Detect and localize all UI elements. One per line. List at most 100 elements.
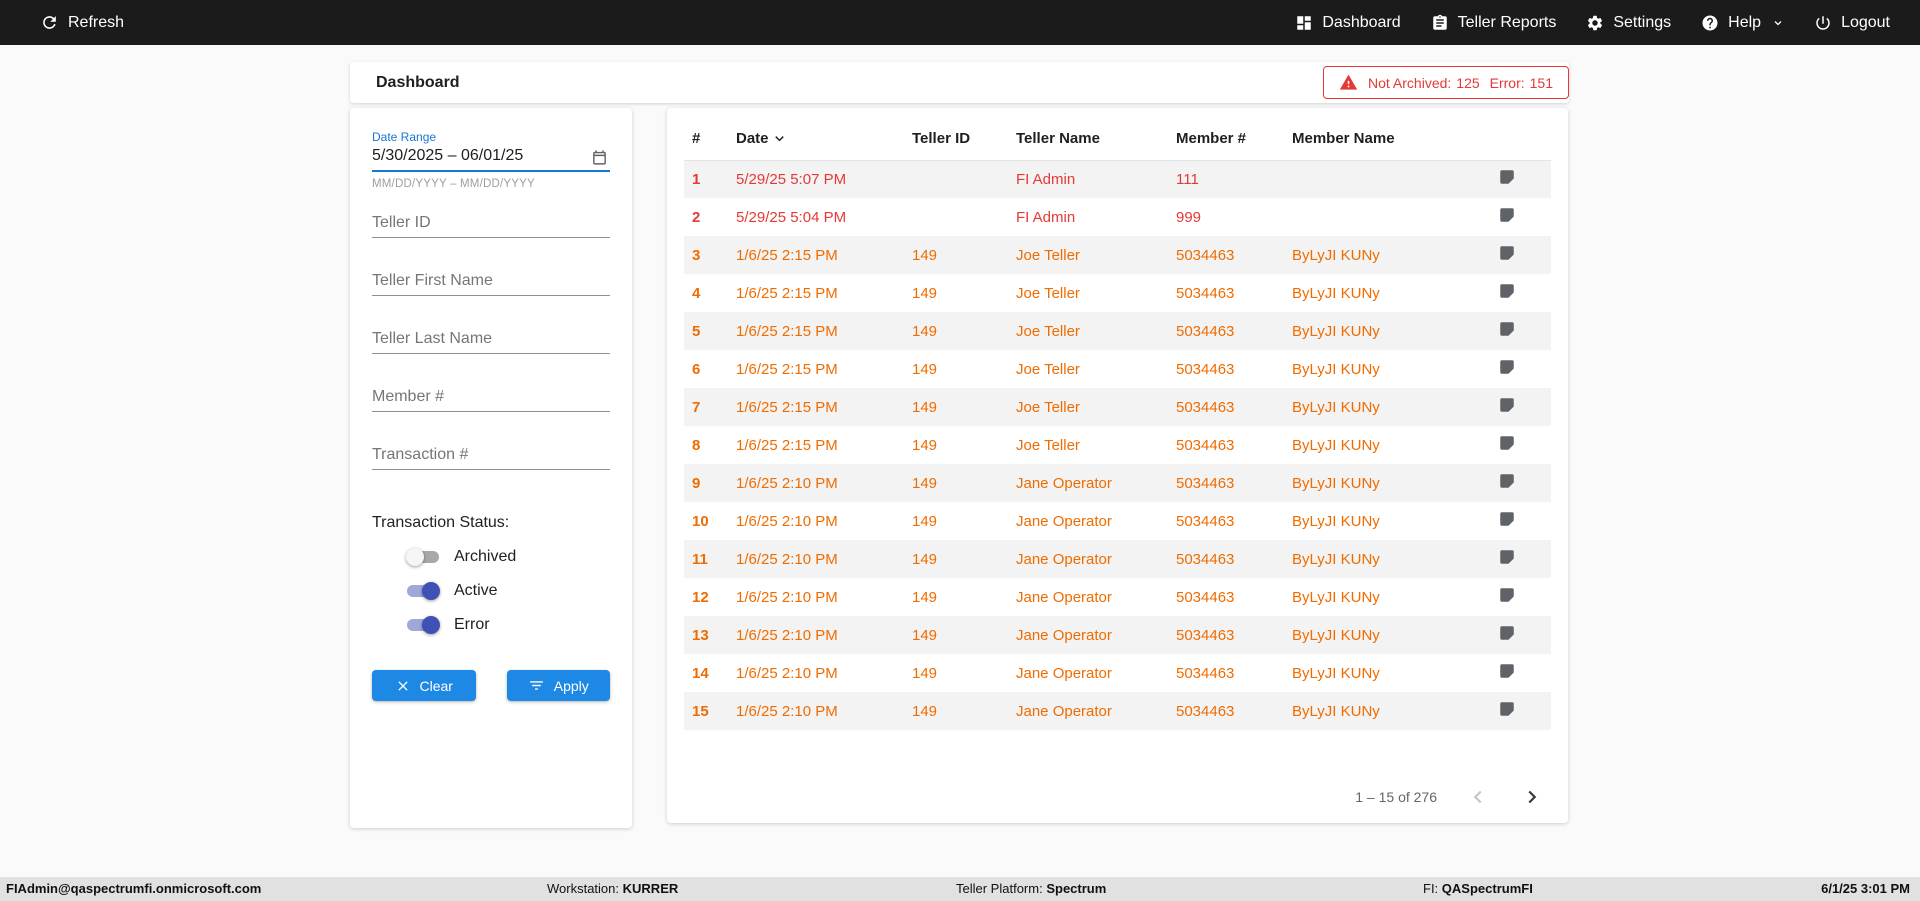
note-icon[interactable] [1498,282,1516,300]
col-teller-id[interactable]: Teller ID [904,118,1008,161]
note-icon[interactable] [1498,434,1516,452]
teller-id-cell: 149 [912,550,938,568]
note-icon[interactable] [1498,396,1516,414]
table-row[interactable]: 3 1/6/25 2:15 PM 149 Joe Teller 5034463 ByLyJ… [684,236,1551,274]
next-page-button[interactable] [1519,784,1545,810]
member-number-cell: 5034463 [1176,626,1235,644]
note-icon[interactable] [1498,206,1516,224]
error-count: 151 [1529,74,1553,91]
member-name-cell: ByLyJI KUNy [1292,550,1380,568]
note-icon[interactable] [1498,624,1516,642]
date-range-field[interactable] [372,147,610,172]
nav-teller-reports[interactable]: Teller Reports [1431,14,1556,32]
note-icon[interactable] [1498,472,1516,490]
filter-panel: Date Range MM/DD/YYYY – MM/DD/YYYY Trans… [350,108,632,828]
date-cell: 1/6/25 2:10 PM [736,588,838,606]
teller-name-cell: Joe Teller [1016,360,1080,378]
col-member-number[interactable]: Member # [1168,118,1284,161]
top-nav: Dashboard Teller Reports Settings Help L… [1295,14,1890,32]
filter-actions: Clear Apply [372,670,610,701]
date-cell: 1/6/25 2:15 PM [736,284,838,302]
nav-dashboard[interactable]: Dashboard [1295,14,1401,32]
table-row[interactable]: 6 1/6/25 2:15 PM 149 Joe Teller 5034463 ByLyJ… [684,350,1551,388]
table-row[interactable]: 10 1/6/25 2:10 PM 149 Jane Operator 5034463 B… [684,502,1551,540]
teller-id-cell: 149 [912,284,938,302]
table-row[interactable]: 8 1/6/25 2:15 PM 149 Joe Teller 5034463 ByLyJ… [684,426,1551,464]
active-switch[interactable] [406,582,440,600]
transactions-table: # Date Teller ID Teller Name Member # Me… [684,118,1551,730]
teller-id-cell: 149 [912,360,938,378]
nav-help[interactable]: Help [1701,14,1784,32]
workstation-value: KURRER [622,881,679,896]
table-row[interactable]: 11 1/6/25 2:10 PM 149 Jane Operator 5034463 B… [684,540,1551,578]
toggle-label: Active [454,582,498,599]
note-icon[interactable] [1498,548,1516,566]
clipboard-icon [1431,14,1449,32]
nav-logout[interactable]: Logout [1814,14,1890,32]
apply-button[interactable]: Apply [506,670,610,701]
teller-first-name-input[interactable] [372,272,610,290]
calendar-icon[interactable] [591,149,608,166]
close-icon [395,678,411,694]
table-row[interactable]: 1 5/29/25 5:07 PM FI Admin 111 [684,160,1551,198]
archived-switch[interactable] [406,548,440,566]
toggle-label: Archived [454,548,517,565]
error-switch[interactable] [406,616,440,634]
note-icon[interactable] [1498,586,1516,604]
refresh-button[interactable]: Refresh [40,13,124,32]
member-number-field[interactable] [372,388,610,412]
teller-id-input[interactable] [372,214,610,232]
previous-page-button[interactable] [1465,784,1491,810]
table-row[interactable]: 5 1/6/25 2:15 PM 149 Joe Teller 5034463 ByLyJ… [684,312,1551,350]
fi-info: FI: QASpectrumFI [1423,881,1533,896]
note-icon[interactable] [1498,168,1516,186]
teller-last-name-input[interactable] [372,330,610,348]
table-row[interactable]: 2 5/29/25 5:04 PM FI Admin 999 [684,198,1551,236]
dashboard-icon [1295,14,1313,32]
teller-id-cell: 149 [912,322,938,340]
teller-name-cell: FI Admin [1016,208,1076,226]
note-icon[interactable] [1498,244,1516,262]
date-range-helper: MM/DD/YYYY – MM/DD/YYYY [372,178,535,190]
pagination-range: 1 – 15 of 276 [1355,789,1437,805]
toggle-archived[interactable]: Archived [406,548,610,566]
note-icon[interactable] [1498,662,1516,680]
nav-settings[interactable]: Settings [1586,14,1671,32]
col-member-name[interactable]: Member Name [1284,118,1490,161]
table-row[interactable]: 7 1/6/25 2:15 PM 149 Joe Teller 5034463 ByLyJ… [684,388,1551,426]
date-range-input[interactable] [372,147,577,165]
table-row[interactable]: 14 1/6/25 2:10 PM 149 Jane Operator 5034463 B… [684,654,1551,692]
teller-first-name-field[interactable] [372,272,610,296]
row-number-cell: 15 [692,702,709,720]
not-archived-status: Not Archived: 125 [1368,75,1480,91]
date-cell: 1/6/25 2:10 PM [736,664,838,682]
member-name-cell: ByLyJI KUNy [1292,702,1380,720]
col-teller-name[interactable]: Teller Name [1008,118,1168,161]
teller-id-field[interactable] [372,214,610,238]
transaction-number-field[interactable] [372,446,610,470]
teller-last-name-field[interactable] [372,330,610,354]
date-cell: 1/6/25 2:10 PM [736,626,838,644]
toggle-active[interactable]: Active [406,582,610,600]
table-row[interactable]: 9 1/6/25 2:10 PM 149 Jane Operator 5034463 By… [684,464,1551,502]
results-table-card: # Date Teller ID Teller Name Member # Me… [667,108,1568,823]
note-icon[interactable] [1498,510,1516,528]
toggle-error[interactable]: Error [406,616,610,634]
table-row[interactable]: 12 1/6/25 2:10 PM 149 Jane Operator 5034463 B… [684,578,1551,616]
note-icon[interactable] [1498,700,1516,718]
member-number-cell: 5034463 [1176,322,1235,340]
date-cell: 5/29/25 5:04 PM [736,208,847,226]
table-row[interactable]: 15 1/6/25 2:10 PM 149 Jane Operator 5034463 B… [684,692,1551,730]
note-icon[interactable] [1498,358,1516,376]
col-date[interactable]: Date [728,118,904,161]
member-name-cell: ByLyJI KUNy [1292,474,1380,492]
table-row[interactable]: 4 1/6/25 2:15 PM 149 Joe Teller 5034463 ByLyJ… [684,274,1551,312]
table-row[interactable]: 13 1/6/25 2:10 PM 149 Jane Operator 5034463 B… [684,616,1551,654]
note-icon[interactable] [1498,320,1516,338]
clear-button[interactable]: Clear [372,670,476,701]
member-name-cell: ByLyJI KUNy [1292,626,1380,644]
member-number-cell: 5034463 [1176,702,1235,720]
member-number-cell: 5034463 [1176,588,1235,606]
transaction-number-input[interactable] [372,446,610,464]
member-number-input[interactable] [372,388,610,406]
